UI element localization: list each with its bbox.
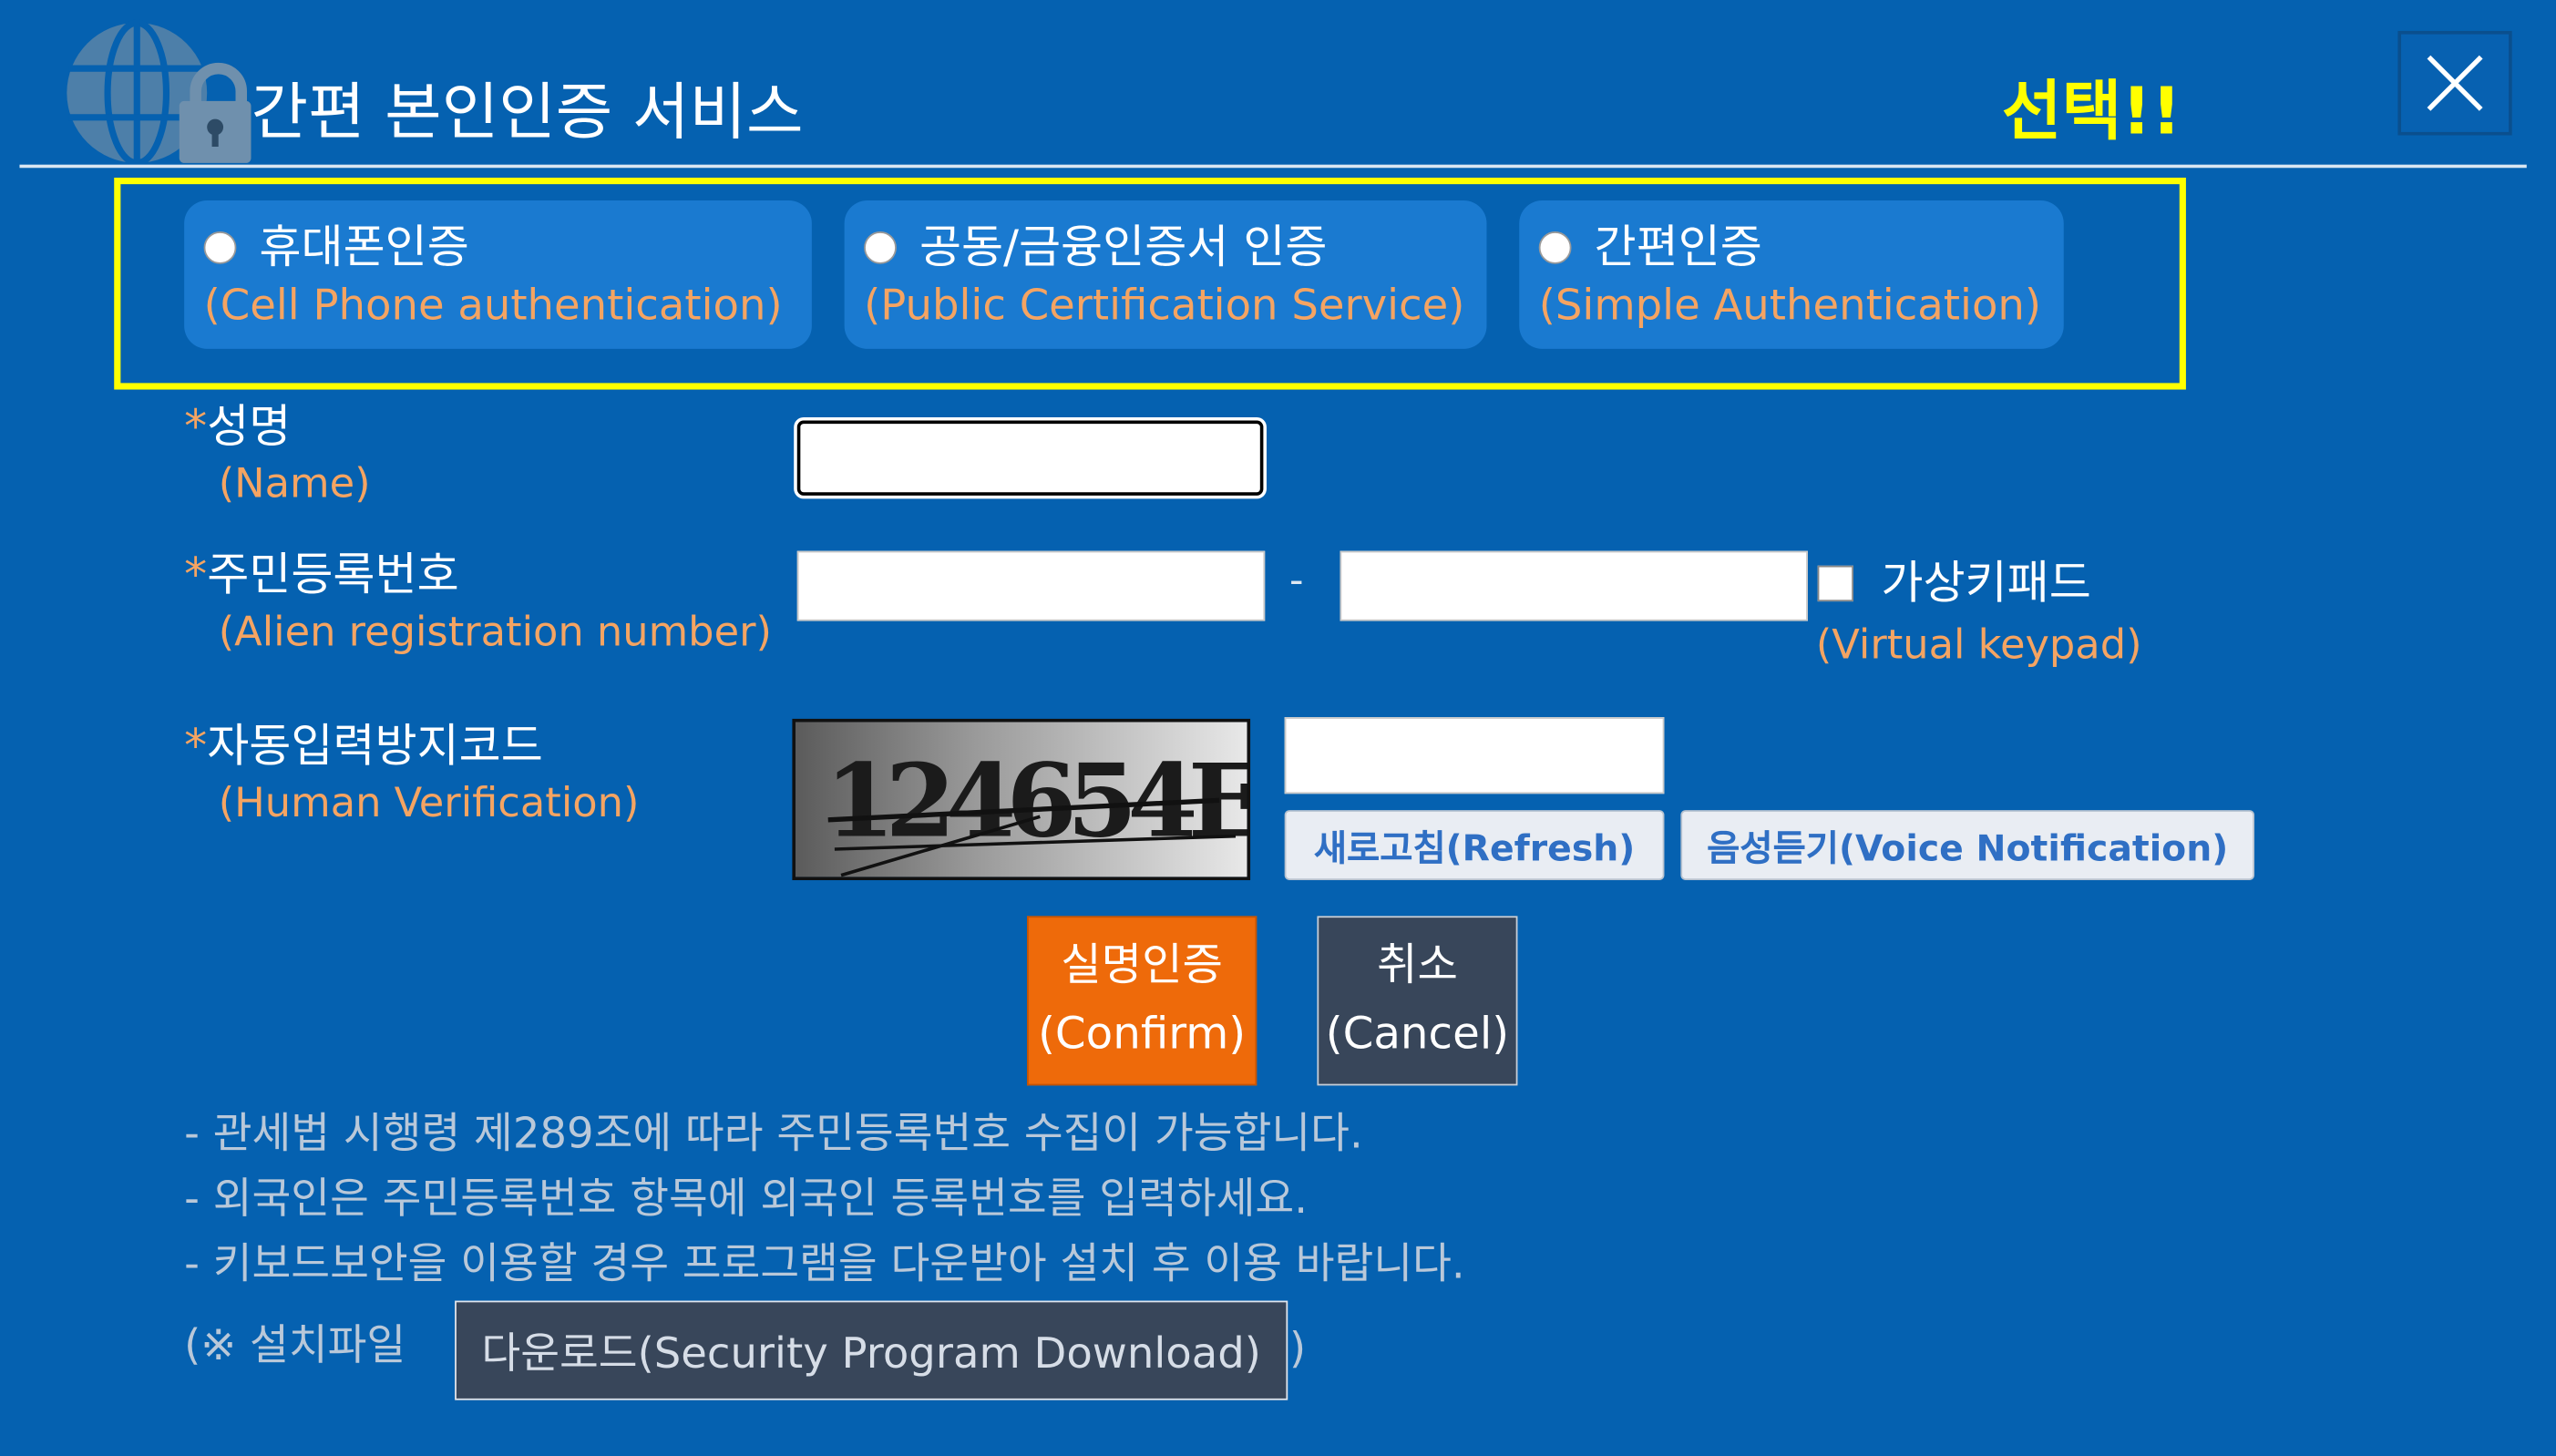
auth-option-public-certificate[interactable]: 공동/금융인증서 인증 (Public Certification Servic… bbox=[844, 200, 1487, 349]
download-suffix: ) bbox=[1289, 1325, 1307, 1375]
registration-second-input[interactable] bbox=[1340, 550, 1808, 621]
notice-line-2: - 외국인은 주민등록번호 항목에 외국인 등록번호를 입력하세요. bbox=[184, 1174, 1308, 1225]
auth-option-en-label: (Simple Authentication) bbox=[1538, 282, 2042, 332]
refresh-button[interactable]: 새로고침(Refresh) bbox=[1284, 810, 1665, 881]
auth-option-ko-label: 간편인증 bbox=[1594, 220, 1762, 274]
security-program-download-button[interactable]: 다운로드(Security Program Download) bbox=[455, 1300, 1288, 1400]
required-mark: * bbox=[184, 399, 208, 454]
confirm-label-en: (Confirm) bbox=[1038, 1009, 1247, 1060]
captcha-label-en: (Human Verification) bbox=[218, 779, 640, 826]
captcha-input[interactable] bbox=[1284, 717, 1665, 795]
captcha-label-ko: 자동입력방지코드 bbox=[207, 718, 543, 773]
virtual-keypad-label-en: (Virtual keypad) bbox=[1815, 620, 2142, 669]
registration-label: *주민등록번호 (Alien registration number) bbox=[184, 546, 772, 660]
name-label-en: (Name) bbox=[218, 459, 371, 508]
globe-lock-icon bbox=[56, 19, 251, 167]
close-button[interactable] bbox=[2397, 30, 2512, 136]
captcha-label: *자동입력방지코드 (Human Verification) bbox=[184, 717, 639, 831]
name-label: *성명 (Name) bbox=[184, 397, 370, 511]
auth-option-en-label: (Public Certification Service) bbox=[864, 282, 1465, 332]
auth-option-en-label: (Cell Phone authentication) bbox=[203, 282, 783, 332]
radio-icon[interactable] bbox=[1538, 231, 1572, 264]
registration-label-ko: 주민등록번호 bbox=[207, 548, 459, 602]
registration-label-en: (Alien registration number) bbox=[218, 608, 772, 656]
radio-icon[interactable] bbox=[203, 231, 237, 264]
select-highlight-text: 선택!! bbox=[2001, 75, 2181, 150]
required-mark: * bbox=[184, 548, 208, 602]
cancel-label-en: (Cancel) bbox=[1325, 1009, 1510, 1060]
name-label-ko: 성명 bbox=[207, 399, 292, 454]
radio-icon[interactable] bbox=[864, 231, 897, 264]
virtual-keypad-checkbox[interactable] bbox=[1817, 565, 1853, 602]
auth-option-cell-phone[interactable]: 휴대폰인증 (Cell Phone authentication) bbox=[184, 200, 812, 349]
registration-first-input[interactable] bbox=[796, 550, 1266, 621]
name-input[interactable] bbox=[796, 420, 1264, 496]
captcha-image: 124654E bbox=[792, 718, 1251, 881]
auth-option-ko-label: 공동/금융인증서 인증 bbox=[919, 220, 1328, 274]
confirm-label-ko: 실명인증 bbox=[1061, 940, 1224, 991]
download-prefix: (※ 설치파일 bbox=[184, 1321, 406, 1371]
notice-line-3: - 키보드보안을 이용할 경우 프로그램을 다운받아 설치 후 이용 바랍니다. bbox=[184, 1240, 1465, 1290]
auth-option-ko-label: 휴대폰인증 bbox=[259, 220, 469, 274]
registration-separator: - bbox=[1289, 557, 1304, 603]
cancel-label-ko: 취소 bbox=[1377, 940, 1458, 991]
title-divider bbox=[19, 164, 2527, 169]
confirm-button[interactable]: 실명인증 (Confirm) bbox=[1027, 916, 1257, 1086]
auth-option-simple[interactable]: 간편인증 (Simple Authentication) bbox=[1519, 200, 2064, 349]
virtual-keypad-label-ko: 가상키패드 bbox=[1881, 556, 2091, 610]
captcha-noise-lines bbox=[827, 797, 1237, 877]
auth-dialog: 간편 본인인증 서비스 선택!! 휴대폰인증 (Cell Phone authe… bbox=[0, 0, 2556, 1456]
notice-line-1: - 관세법 시행령 제289조에 따라 주민등록번호 수집이 가능합니다. bbox=[184, 1110, 1363, 1159]
dialog-title: 간편 본인인증 서비스 bbox=[251, 77, 804, 149]
voice-notification-button[interactable]: 음성듣기(Voice Notification) bbox=[1680, 810, 2255, 881]
required-mark: * bbox=[184, 718, 208, 773]
cancel-button[interactable]: 취소 (Cancel) bbox=[1317, 916, 1518, 1086]
close-icon bbox=[2427, 55, 2483, 111]
